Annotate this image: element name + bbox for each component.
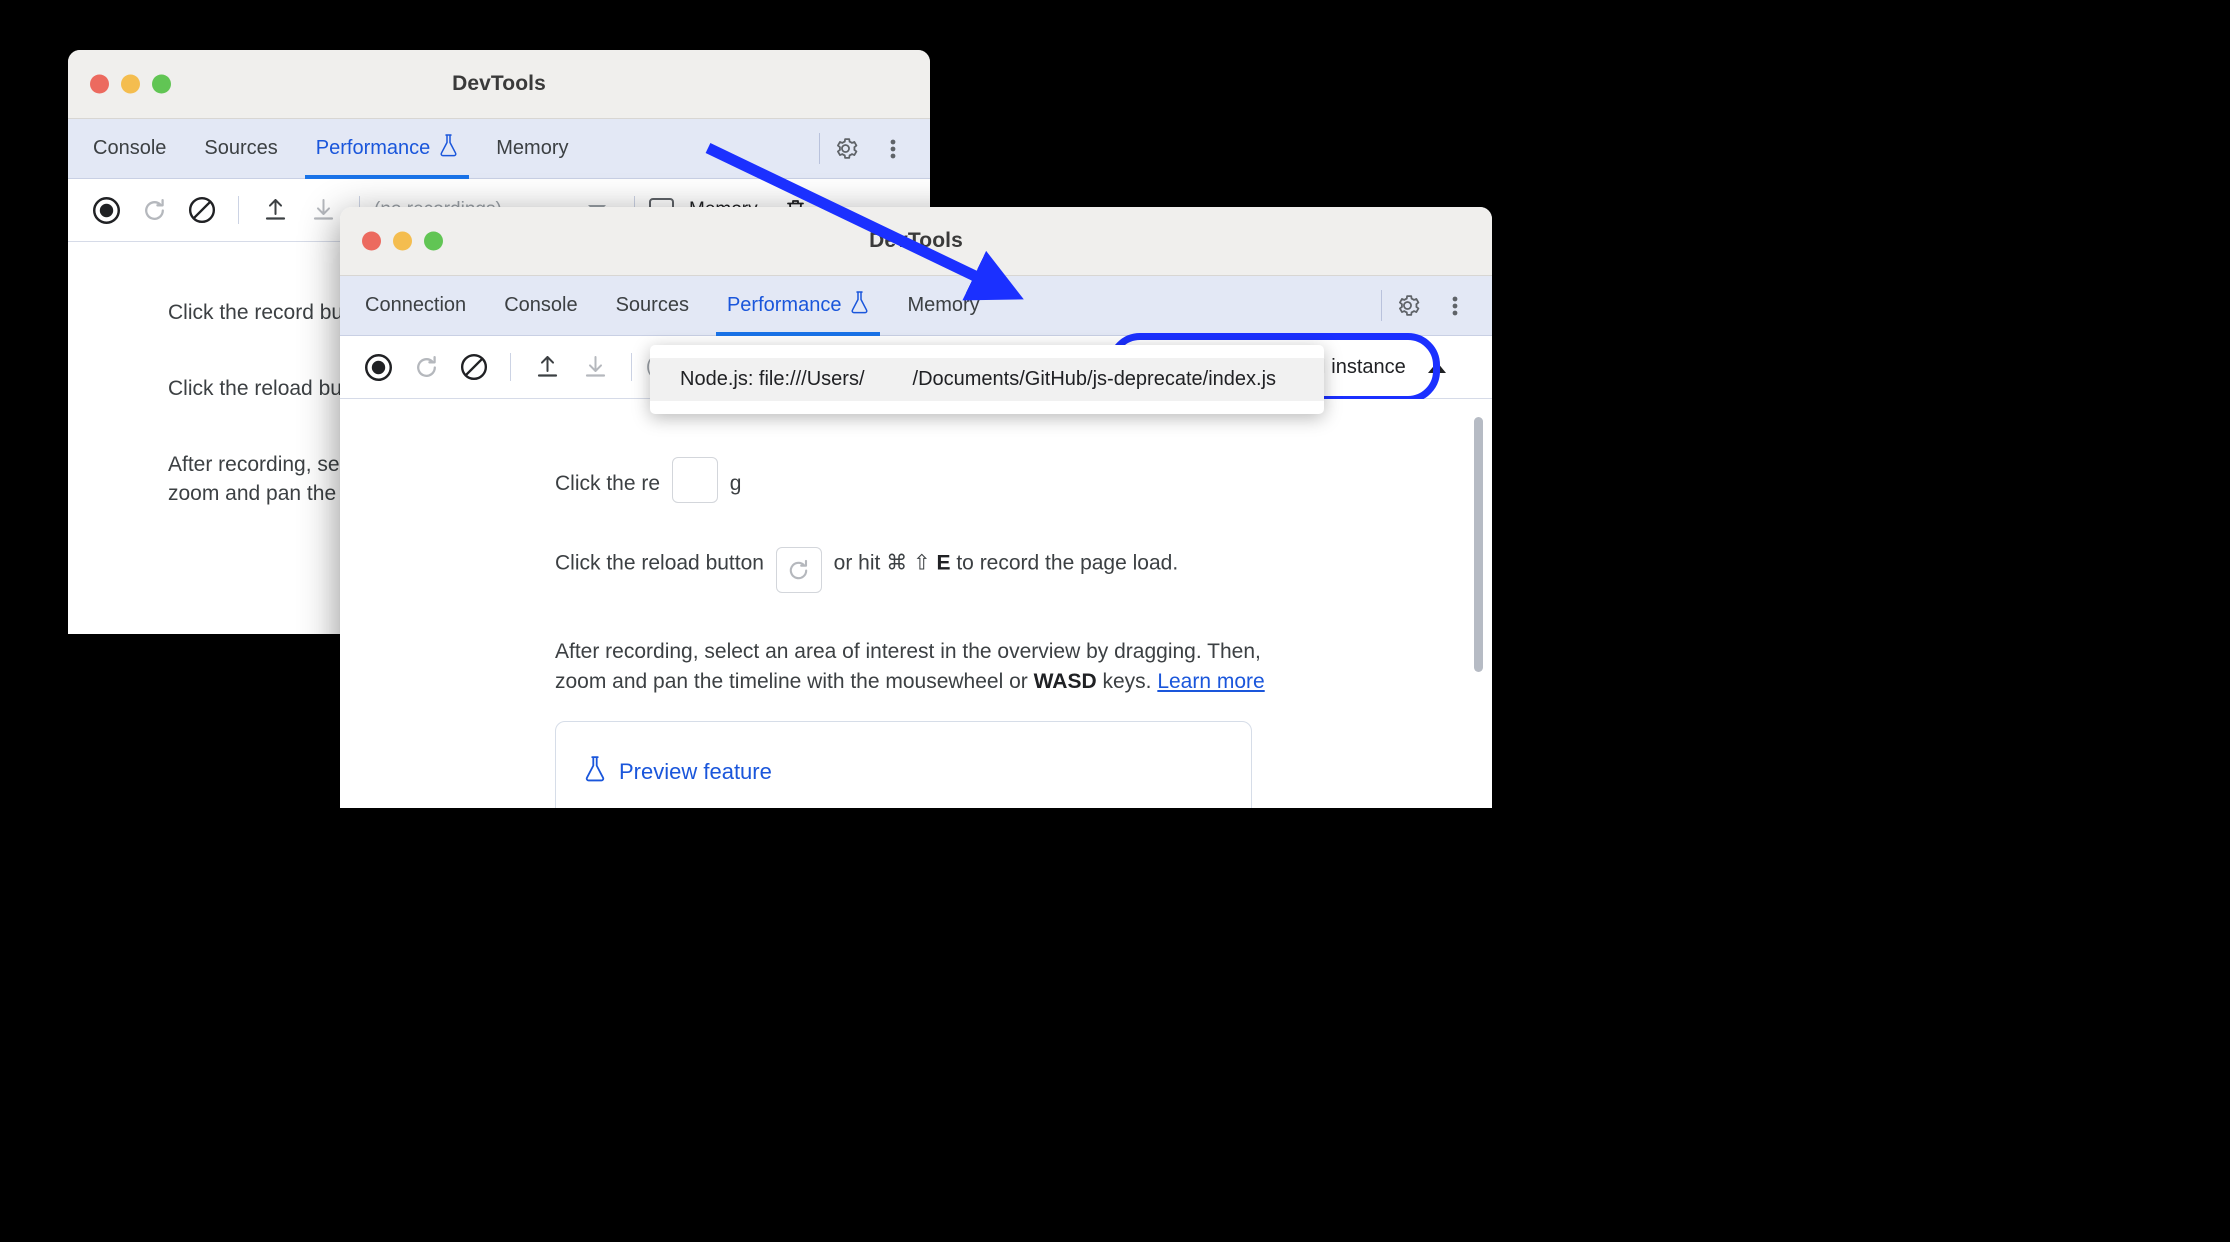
reload-icon[interactable]: [404, 345, 448, 389]
upload-profile-icon[interactable]: [525, 345, 569, 389]
download-profile-icon[interactable]: [301, 188, 345, 232]
tab-label: Performance: [726, 294, 842, 316]
close-window-button[interactable]: [90, 74, 109, 94]
titlebar-front: DevTools: [340, 207, 1492, 276]
instruction-reload: Click the reload button or hit ⌘ ⇧ E to …: [555, 547, 1492, 593]
e-key-glyph: E: [936, 551, 951, 575]
record-circle-icon[interactable]: [84, 188, 128, 232]
tab-label: Memory: [496, 137, 569, 159]
flask-icon: [850, 291, 869, 320]
tab-console[interactable]: Console: [74, 119, 185, 178]
tab-memory[interactable]: Memory: [477, 119, 587, 178]
tabbar-divider: [1381, 290, 1382, 321]
instruction-record: Click the re g: [555, 457, 1492, 503]
toolbar-divider: [510, 353, 511, 381]
minimize-window-button[interactable]: [121, 74, 140, 94]
vm-instance-dropdown-menu[interactable]: Node.js: file:///Users/ /Documents/GitHu…: [650, 345, 1324, 414]
tab-label: Performance: [315, 137, 431, 159]
traffic-lights-front[interactable]: [362, 231, 443, 251]
tab-label: Console: [504, 294, 578, 316]
tabbar-divider: [819, 133, 820, 164]
caret-up-icon: [1427, 361, 1446, 373]
gear-icon[interactable]: [1386, 285, 1428, 327]
preview-feature-title: Preview feature: [619, 759, 772, 784]
close-window-button[interactable]: [362, 231, 381, 251]
front-instructions: Click the re g Click the reload button o…: [340, 399, 1492, 697]
minimize-window-button[interactable]: [393, 231, 412, 251]
tab-label: Console: [93, 137, 167, 159]
window-title: DevTools: [869, 229, 963, 252]
tabbar-actions-front: [1386, 276, 1492, 335]
more-vertical-icon[interactable]: [1434, 285, 1476, 327]
record-circle-icon[interactable]: [356, 345, 400, 389]
tab-sources[interactable]: Sources: [597, 276, 708, 335]
tabbar-front: Connection Console Sources Performance M…: [340, 276, 1492, 336]
tabbar-back: Console Sources Performance Memory: [68, 119, 930, 179]
record-inline-button[interactable]: [671, 457, 718, 503]
tab-label: Connection: [365, 294, 467, 316]
scrollbar-front[interactable]: [1474, 417, 1483, 672]
content-front: Click the re g Click the reload button o…: [340, 399, 1492, 808]
tab-connection[interactable]: Connection: [346, 276, 485, 335]
vm-instance-path-suffix: /Documents/GitHub/js-deprecate/index.js: [912, 368, 1277, 390]
no-entry-icon[interactable]: [180, 188, 224, 232]
reload-icon[interactable]: [132, 188, 176, 232]
instruction-after-recording: After recording, select an area of inter…: [555, 640, 1265, 693]
flask-icon: [439, 134, 458, 163]
shift-key-glyph: ⇧: [913, 551, 931, 575]
no-entry-icon[interactable]: [452, 345, 496, 389]
tabbar-spacer: [999, 276, 1377, 335]
toolbar-divider: [238, 196, 239, 224]
tab-memory[interactable]: Memory: [888, 276, 998, 335]
more-vertical-icon[interactable]: [872, 128, 914, 170]
vm-instance-path-prefix: Node.js: file:///Users/: [680, 368, 865, 390]
tabbar-spacer: [588, 119, 816, 178]
traffic-lights-back[interactable]: [90, 74, 171, 94]
vm-instance-menu-item[interactable]: Node.js: file:///Users/ /Documents/GitHu…: [650, 358, 1324, 401]
learn-more-link[interactable]: Learn more: [1157, 670, 1264, 693]
preview-feature-heading-front: Preview feature: [556, 722, 1251, 788]
tab-label: Sources: [204, 137, 278, 159]
tabbar-actions-back: [824, 119, 930, 178]
upload-profile-icon[interactable]: [253, 188, 297, 232]
tab-performance[interactable]: Performance: [708, 276, 889, 336]
devtools-window-front[interactable]: DevTools Connection Console Sources Perf…: [340, 207, 1492, 808]
preview-feature-card-front: Preview feature Our team is actively wor…: [555, 721, 1252, 808]
tab-console[interactable]: Console: [485, 276, 596, 335]
download-profile-icon[interactable]: [573, 345, 617, 389]
zoom-window-button[interactable]: [424, 231, 443, 251]
zoom-window-button[interactable]: [152, 74, 171, 94]
preview-feature-body-front: Our team is actively working on this fea…: [556, 788, 1251, 808]
cmd-key-glyph: ⌘: [886, 551, 908, 575]
gear-icon[interactable]: [824, 128, 866, 170]
titlebar-back: DevTools: [68, 50, 930, 119]
reload-inline-button[interactable]: [775, 547, 822, 593]
window-title: DevTools: [452, 72, 546, 95]
tab-label: Memory: [907, 294, 980, 316]
tab-label: Sources: [615, 294, 689, 316]
tab-performance[interactable]: Performance: [297, 119, 478, 179]
flask-icon: [584, 756, 606, 788]
toolbar-divider-2: [631, 353, 632, 381]
tab-sources[interactable]: Sources: [185, 119, 296, 178]
